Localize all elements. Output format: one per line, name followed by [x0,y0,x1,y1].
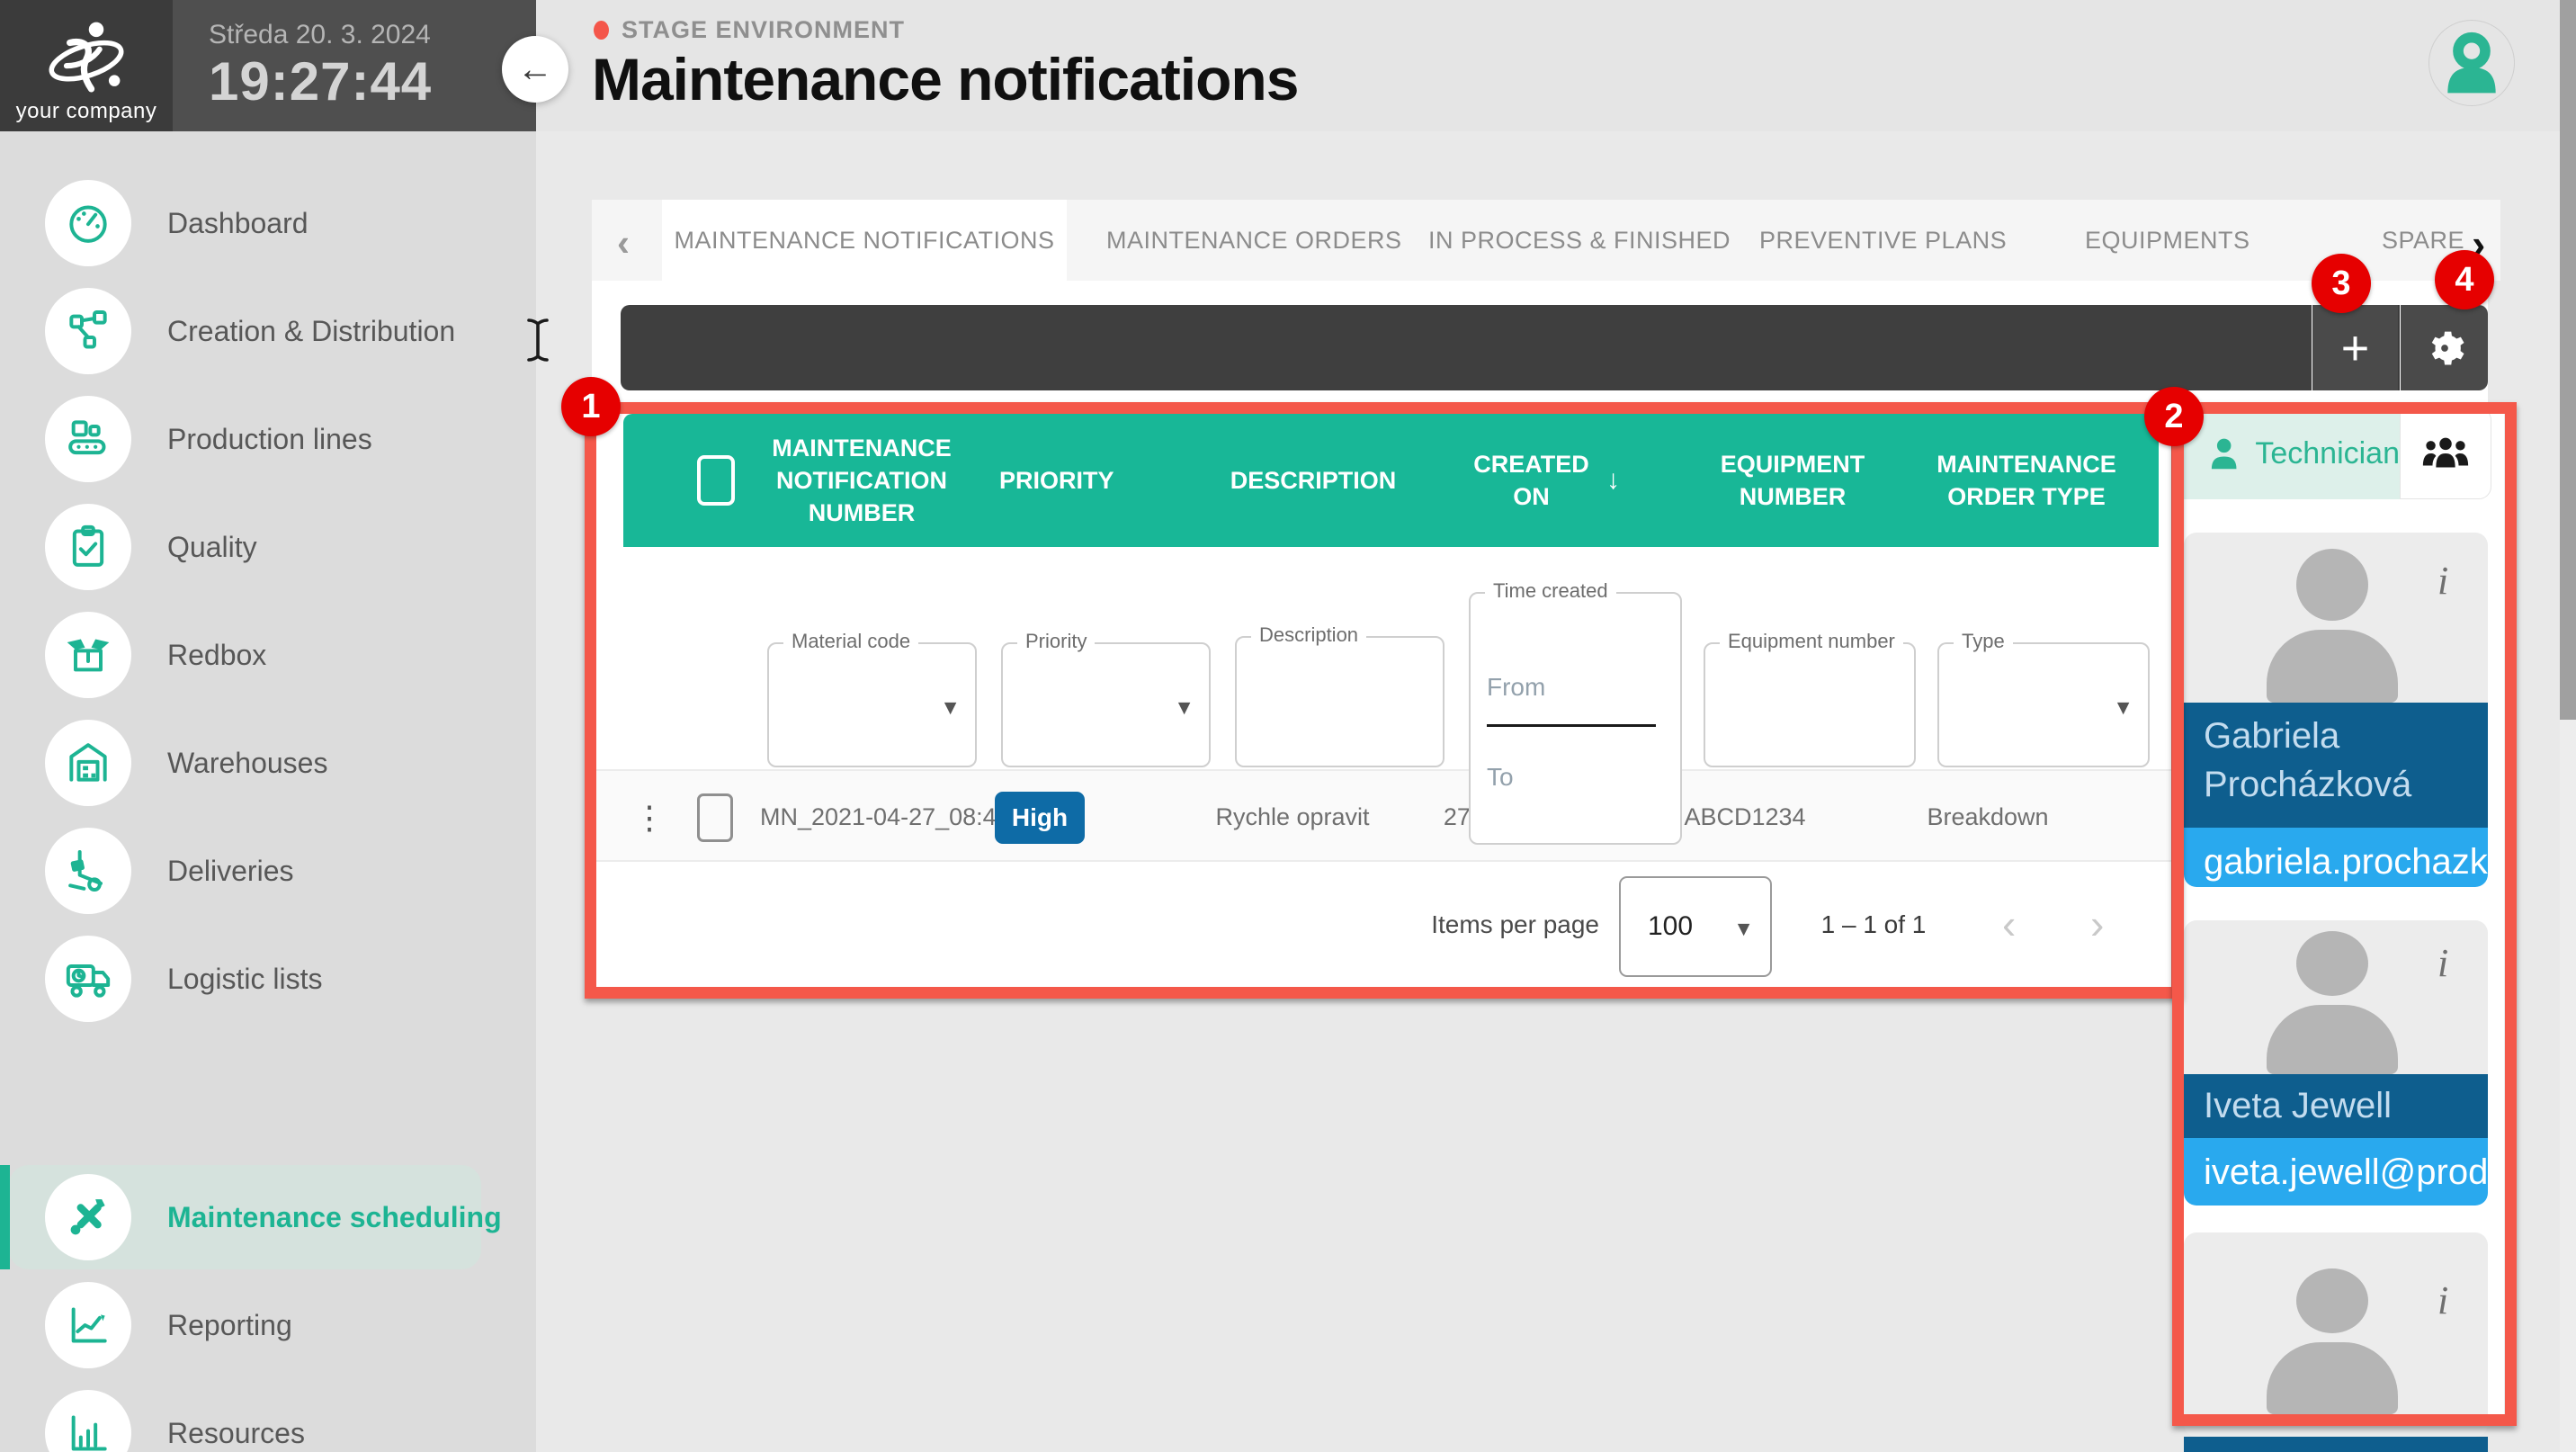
open-box-icon [45,612,131,698]
sidebar-item-dashboard[interactable]: Dashboard [0,169,536,277]
annotation-badge-3: 3 [2312,254,2371,313]
hand-truck-icon [45,828,131,914]
technician-name [2184,1437,2488,1452]
tab-preventive-plans[interactable]: PREVENTIVE PLANS [1759,200,1993,281]
user-profile-button[interactable] [2428,20,2515,106]
scrollbar-thumb[interactable] [2560,0,2576,720]
sidebar-item-production-lines[interactable]: Production lines [0,385,536,493]
time-created-filter[interactable]: Time created From To [1469,592,1682,845]
tab-in-process-finished[interactable]: IN PROCESS & FINISHED [1428,200,1698,281]
page-scrollbar[interactable] [2560,0,2576,1452]
dashboard-icon [45,180,131,266]
table-toolbar [621,305,2312,390]
tabs-scroll-left-icon[interactable]: ‹ [617,221,630,264]
sidebar-item-spacer [0,1033,536,1141]
sidebar-item-maintenance-scheduling[interactable]: Maintenance scheduling [0,1163,536,1271]
sidebar-item-quality[interactable]: Quality [0,493,536,601]
truck-clock-icon [45,936,131,1022]
page-title: Maintenance notifications [592,45,1298,113]
text-cursor [523,317,552,363]
environment-indicator: STAGE ENVIRONMENT [594,16,905,44]
annotation-rect-2 [2172,402,2517,1426]
datetime-box: Středa 20. 3. 2024 19:27:44 [173,0,536,131]
sidebar-item-creation-distribution[interactable]: Creation & Distribution [0,277,536,385]
tab-maintenance-orders[interactable]: MAINTENANCE ORDERS [1106,200,1358,281]
sidebar-item-redbox[interactable]: Redbox [0,601,536,709]
warehouse-icon [45,720,131,806]
bar-chart-icon [45,1390,131,1452]
environment-label: STAGE ENVIRONMENT [622,16,905,44]
distribution-nodes-icon [45,288,131,374]
sidebar-item-reporting[interactable]: Reporting [0,1271,536,1379]
sidebar-item-warehouses[interactable]: Warehouses [0,709,536,817]
table-settings-button[interactable] [2401,305,2488,390]
environment-dot-icon [594,21,609,40]
clipboard-check-icon [45,504,131,590]
arrow-left-icon: ← [517,49,553,90]
plus-icon: + [2341,320,2370,376]
gear-icon [2424,327,2465,369]
time-to-input[interactable]: To [1487,763,1514,792]
selected-item-bar [0,1165,10,1269]
current-time: 19:27:44 [209,50,536,112]
annotation-badge-4: 4 [2435,250,2494,309]
company-name: your company [16,99,157,124]
tab-bar: ‹ MAINTENANCE NOTIFICATIONS MAINTENANCE … [592,200,2500,281]
annotation-badge-2: 2 [2144,387,2204,446]
user-icon [2436,27,2508,99]
line-chart-icon [45,1282,131,1368]
company-logo: your company [0,0,173,131]
back-button[interactable]: ← [502,36,568,103]
sidebar-item-deliveries[interactable]: Deliveries [0,817,536,925]
sidebar: Dashboard Creation & Distribution Produc… [0,131,536,1452]
tools-icon [45,1174,131,1260]
add-notification-button[interactable]: + [2312,305,2400,390]
annotation-rect-1 [585,402,2183,999]
conveyor-icon [45,396,131,482]
time-from-underline [1487,724,1656,727]
annotation-badge-1: 1 [561,377,621,436]
time-from-input[interactable]: From [1487,673,1545,702]
current-date: Středa 20. 3. 2024 [209,20,536,50]
sidebar-item-resources[interactable]: Resources [0,1379,536,1452]
company-logo-icon [37,16,136,99]
sidebar-item-logistic-lists[interactable]: Logistic lists [0,925,536,1033]
tab-maintenance-notifications[interactable]: MAINTENANCE NOTIFICATIONS [662,200,1067,281]
tab-equipments[interactable]: EQUIPMENTS [2085,200,2247,281]
